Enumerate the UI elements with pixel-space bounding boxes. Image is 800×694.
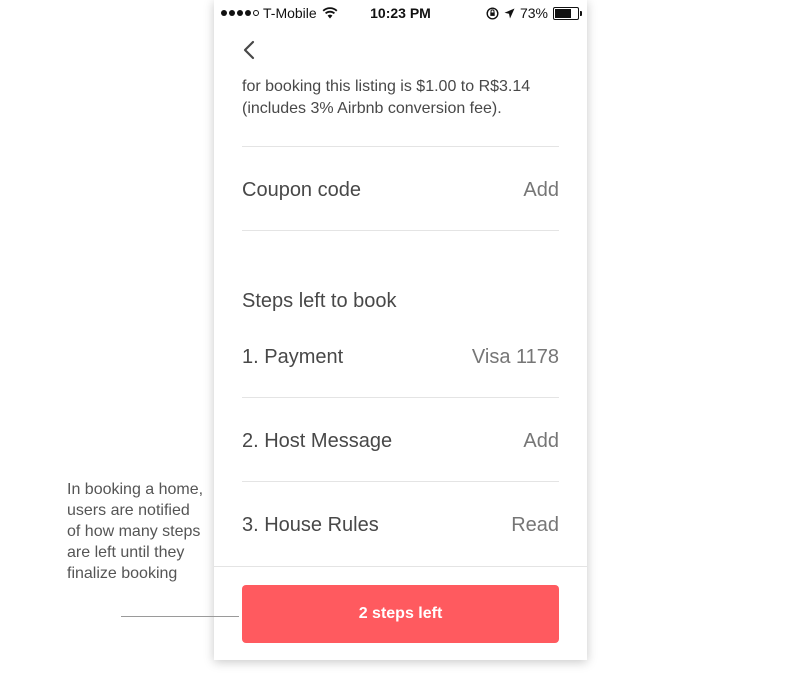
coupon-add-link[interactable]: Add	[523, 175, 559, 205]
step-value[interactable]: Add	[523, 426, 559, 456]
coupon-label: Coupon code	[242, 179, 361, 201]
step-label: 3. House Rules	[242, 514, 379, 536]
step-row-house-rules[interactable]: 3. House Rules Read	[242, 510, 559, 540]
rotation-lock-icon	[486, 6, 499, 20]
annotation-text: In booking a home, users are notified of…	[67, 481, 204, 582]
divider	[242, 481, 559, 482]
price-note: for booking this listing is $1.00 to R$3…	[242, 78, 531, 117]
divider	[242, 230, 559, 231]
battery-icon	[553, 6, 582, 20]
step-value[interactable]: Visa 1178	[472, 342, 559, 372]
status-bar: T-Mobile 10:23 PM 73%	[214, 0, 587, 28]
step-row-payment[interactable]: 1. Payment Visa 1178	[242, 342, 559, 372]
step-row-host-message[interactable]: 2. Host Message Add	[242, 426, 559, 456]
divider	[242, 397, 559, 398]
chevron-left-icon[interactable]	[240, 38, 260, 62]
divider	[242, 146, 559, 147]
step-value[interactable]: Read	[511, 510, 559, 540]
location-arrow-icon	[504, 8, 515, 18]
steps-section-title: Steps left to book	[242, 290, 397, 312]
status-right: 73%	[486, 5, 582, 21]
step-label: 2. Host Message	[242, 430, 393, 452]
battery-percent: 73%	[519, 5, 548, 21]
annotation-leader-line	[121, 616, 239, 617]
step-label: 1. Payment	[242, 346, 344, 368]
steps-left-button[interactable]: 2 steps left	[242, 585, 559, 643]
footer-divider	[214, 566, 587, 567]
coupon-row[interactable]: Coupon code Add	[242, 175, 559, 205]
phone-screen: T-Mobile 10:23 PM 73% for booking this l…	[214, 0, 587, 660]
